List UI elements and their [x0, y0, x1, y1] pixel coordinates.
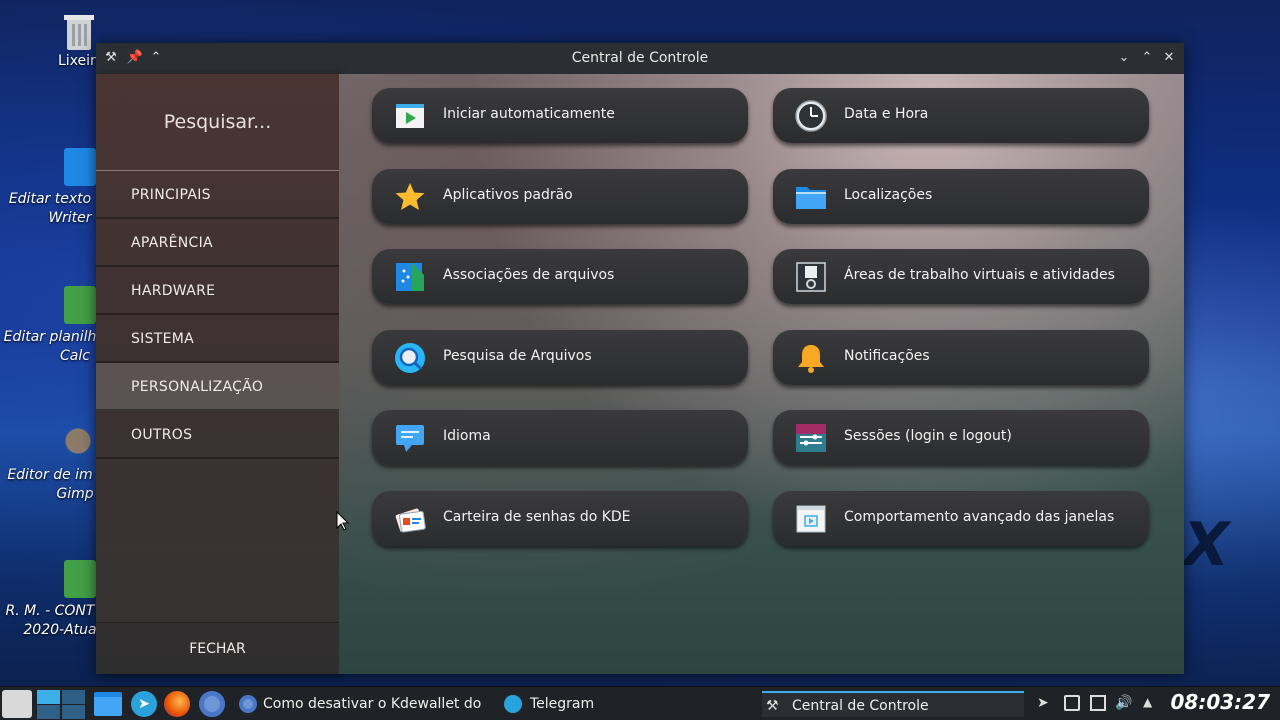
volume-icon[interactable]: 🔊: [1115, 695, 1132, 711]
close-window-button[interactable]: ✕: [1160, 49, 1178, 67]
desktop-icon-calc[interactable]: Editar planilh Calc: [0, 286, 100, 366]
card-notifications[interactable]: Notificações: [773, 330, 1149, 385]
wallpaper-logo: X: [1183, 510, 1230, 580]
app-launcher-icon[interactable]: [2, 690, 32, 718]
telegram-tray-icon[interactable]: ➤: [1037, 695, 1053, 711]
card-window-behavior[interactable]: Comportamento avançado das janelas: [773, 491, 1149, 546]
card-label: Localizações: [844, 187, 933, 203]
task-label: Como desativar o Kdewallet do k...: [263, 696, 482, 712]
pager-icon[interactable]: [36, 688, 88, 720]
nav-item-outros[interactable]: OUTROS: [96, 411, 339, 459]
card-language[interactable]: Idioma: [372, 410, 748, 465]
wallet-icon: [394, 503, 426, 535]
folder-icon[interactable]: [94, 692, 122, 716]
maximize-button[interactable]: ⌃: [1138, 49, 1156, 67]
nav-item-personalizacao[interactable]: PERSONALIZAÇÃO: [96, 363, 339, 411]
language-icon: [394, 422, 426, 454]
card-label: Iniciar automaticamente: [443, 106, 615, 122]
firefox-icon[interactable]: [164, 691, 190, 717]
app-menu-icon: ⚒: [766, 698, 779, 714]
nav-item-aparencia[interactable]: APARÊNCIA: [96, 219, 339, 267]
clipboard-icon[interactable]: [1064, 695, 1080, 711]
settings-grid: Iniciar automaticamente Data e Hora Apli…: [339, 74, 1184, 674]
card-locations[interactable]: Localizações: [773, 169, 1149, 224]
card-autostart[interactable]: Iniciar automaticamente: [372, 88, 748, 143]
file-search-icon: [394, 342, 426, 374]
nav-item-principais[interactable]: PRINCIPAIS: [96, 171, 339, 219]
desktop-icon-label: Calc: [60, 348, 90, 364]
desktop-icon-label: Editor de im: [7, 467, 93, 483]
card-label: Carteira de senhas do KDE: [443, 509, 631, 525]
task-label: Telegram: [530, 696, 595, 712]
telegram-icon[interactable]: ➤: [131, 691, 157, 717]
file-associations-icon: [394, 261, 426, 293]
card-sessions[interactable]: Sessões (login e logout): [773, 410, 1149, 465]
mouse-cursor: [336, 510, 350, 535]
search-input[interactable]: Pesquisar...: [96, 74, 339, 171]
desktop-icon-writer[interactable]: Editar texto Writer: [0, 148, 100, 228]
card-label: Áreas de trabalho virtuais e atividades: [844, 267, 1115, 283]
card-label: Aplicativos padrão: [443, 187, 573, 203]
bell-icon: [795, 342, 827, 374]
telegram-icon: [504, 695, 522, 713]
window-titlebar[interactable]: ⚒ 📌 ⌃ Central de Controle ⌄ ⌃ ✕: [96, 43, 1184, 74]
trash-icon: [62, 12, 96, 52]
window-title: Central de Controle: [571, 50, 709, 66]
card-label: Comportamento avançado das janelas: [844, 509, 1115, 525]
category-nav: PRINCIPAIS APARÊNCIA HARDWARE SISTEMA PE…: [96, 171, 339, 459]
star-icon: [394, 181, 426, 213]
desktop-icon-label: R. M. - CONT: [5, 603, 95, 619]
task-control-center[interactable]: ⚒ Central de Controle: [762, 691, 1024, 717]
card-virtual-desktops[interactable]: Áreas de trabalho virtuais e atividades: [773, 249, 1149, 304]
card-label: Associações de arquivos: [443, 267, 615, 283]
desktop-icon-spreadsheet-file[interactable]: R. M. - CONT 2020-Atua: [0, 560, 100, 640]
card-file-associations[interactable]: Associações de arquivos: [372, 249, 748, 304]
clock-icon: [795, 100, 827, 132]
network-icon[interactable]: [1090, 695, 1106, 711]
card-label: Sessões (login e logout): [844, 428, 1012, 444]
window-behavior-icon: [795, 503, 827, 535]
desktop-icon-gimp[interactable]: Editor de im Gimp: [0, 424, 100, 504]
sidebar: Pesquisar... PRINCIPAIS APARÊNCIA HARDWA…: [96, 74, 339, 674]
task-telegram[interactable]: Telegram: [500, 691, 750, 717]
task-browser[interactable]: Como desativar o Kdewallet do k...: [235, 691, 493, 717]
sessions-icon: [795, 422, 827, 454]
card-label: Notificações: [844, 348, 930, 364]
chromium-icon[interactable]: [199, 691, 225, 717]
document-icon: [64, 148, 96, 186]
card-label: Pesquisa de Arquivos: [443, 348, 592, 364]
desktop-icon-label: 2020-Atua: [23, 622, 97, 638]
gimp-icon: [60, 424, 96, 462]
desktop-icon-label: Editar planilh: [3, 329, 97, 345]
spreadsheet-icon: [64, 286, 96, 324]
close-button[interactable]: FECHAR: [96, 622, 339, 674]
desktop-icon-label: Editar texto: [8, 191, 92, 207]
chromium-icon: [239, 695, 257, 713]
control-center-window: ⚒ 📌 ⌃ Central de Controle ⌄ ⌃ ✕ Pesquisa…: [96, 43, 1184, 674]
card-label: Data e Hora: [844, 106, 929, 122]
nav-item-hardware[interactable]: HARDWARE: [96, 267, 339, 315]
nav-item-sistema[interactable]: SISTEMA: [96, 315, 339, 363]
clock[interactable]: 08:03:27: [1171, 690, 1271, 714]
tray-expand-icon[interactable]: ▲: [1143, 695, 1159, 711]
folder-icon: [795, 181, 827, 213]
taskbar: ➤ Como desativar o Kdewallet do k... Tel…: [0, 686, 1280, 720]
card-date-time[interactable]: Data e Hora: [773, 88, 1149, 143]
virtual-desktops-icon: [795, 261, 827, 293]
card-label: Idioma: [443, 428, 491, 444]
card-kde-wallet[interactable]: Carteira de senhas do KDE: [372, 491, 748, 546]
card-file-search[interactable]: Pesquisa de Arquivos: [372, 330, 748, 385]
spreadsheet-icon: [64, 560, 96, 598]
desktop-icon-label: Gimp: [56, 486, 94, 502]
card-default-apps[interactable]: Aplicativos padrão: [372, 169, 748, 224]
minimize-button[interactable]: ⌄: [1115, 49, 1133, 67]
desktop-icon-label: Writer: [48, 210, 92, 226]
task-label: Central de Controle: [792, 698, 929, 714]
autostart-icon: [394, 100, 426, 132]
